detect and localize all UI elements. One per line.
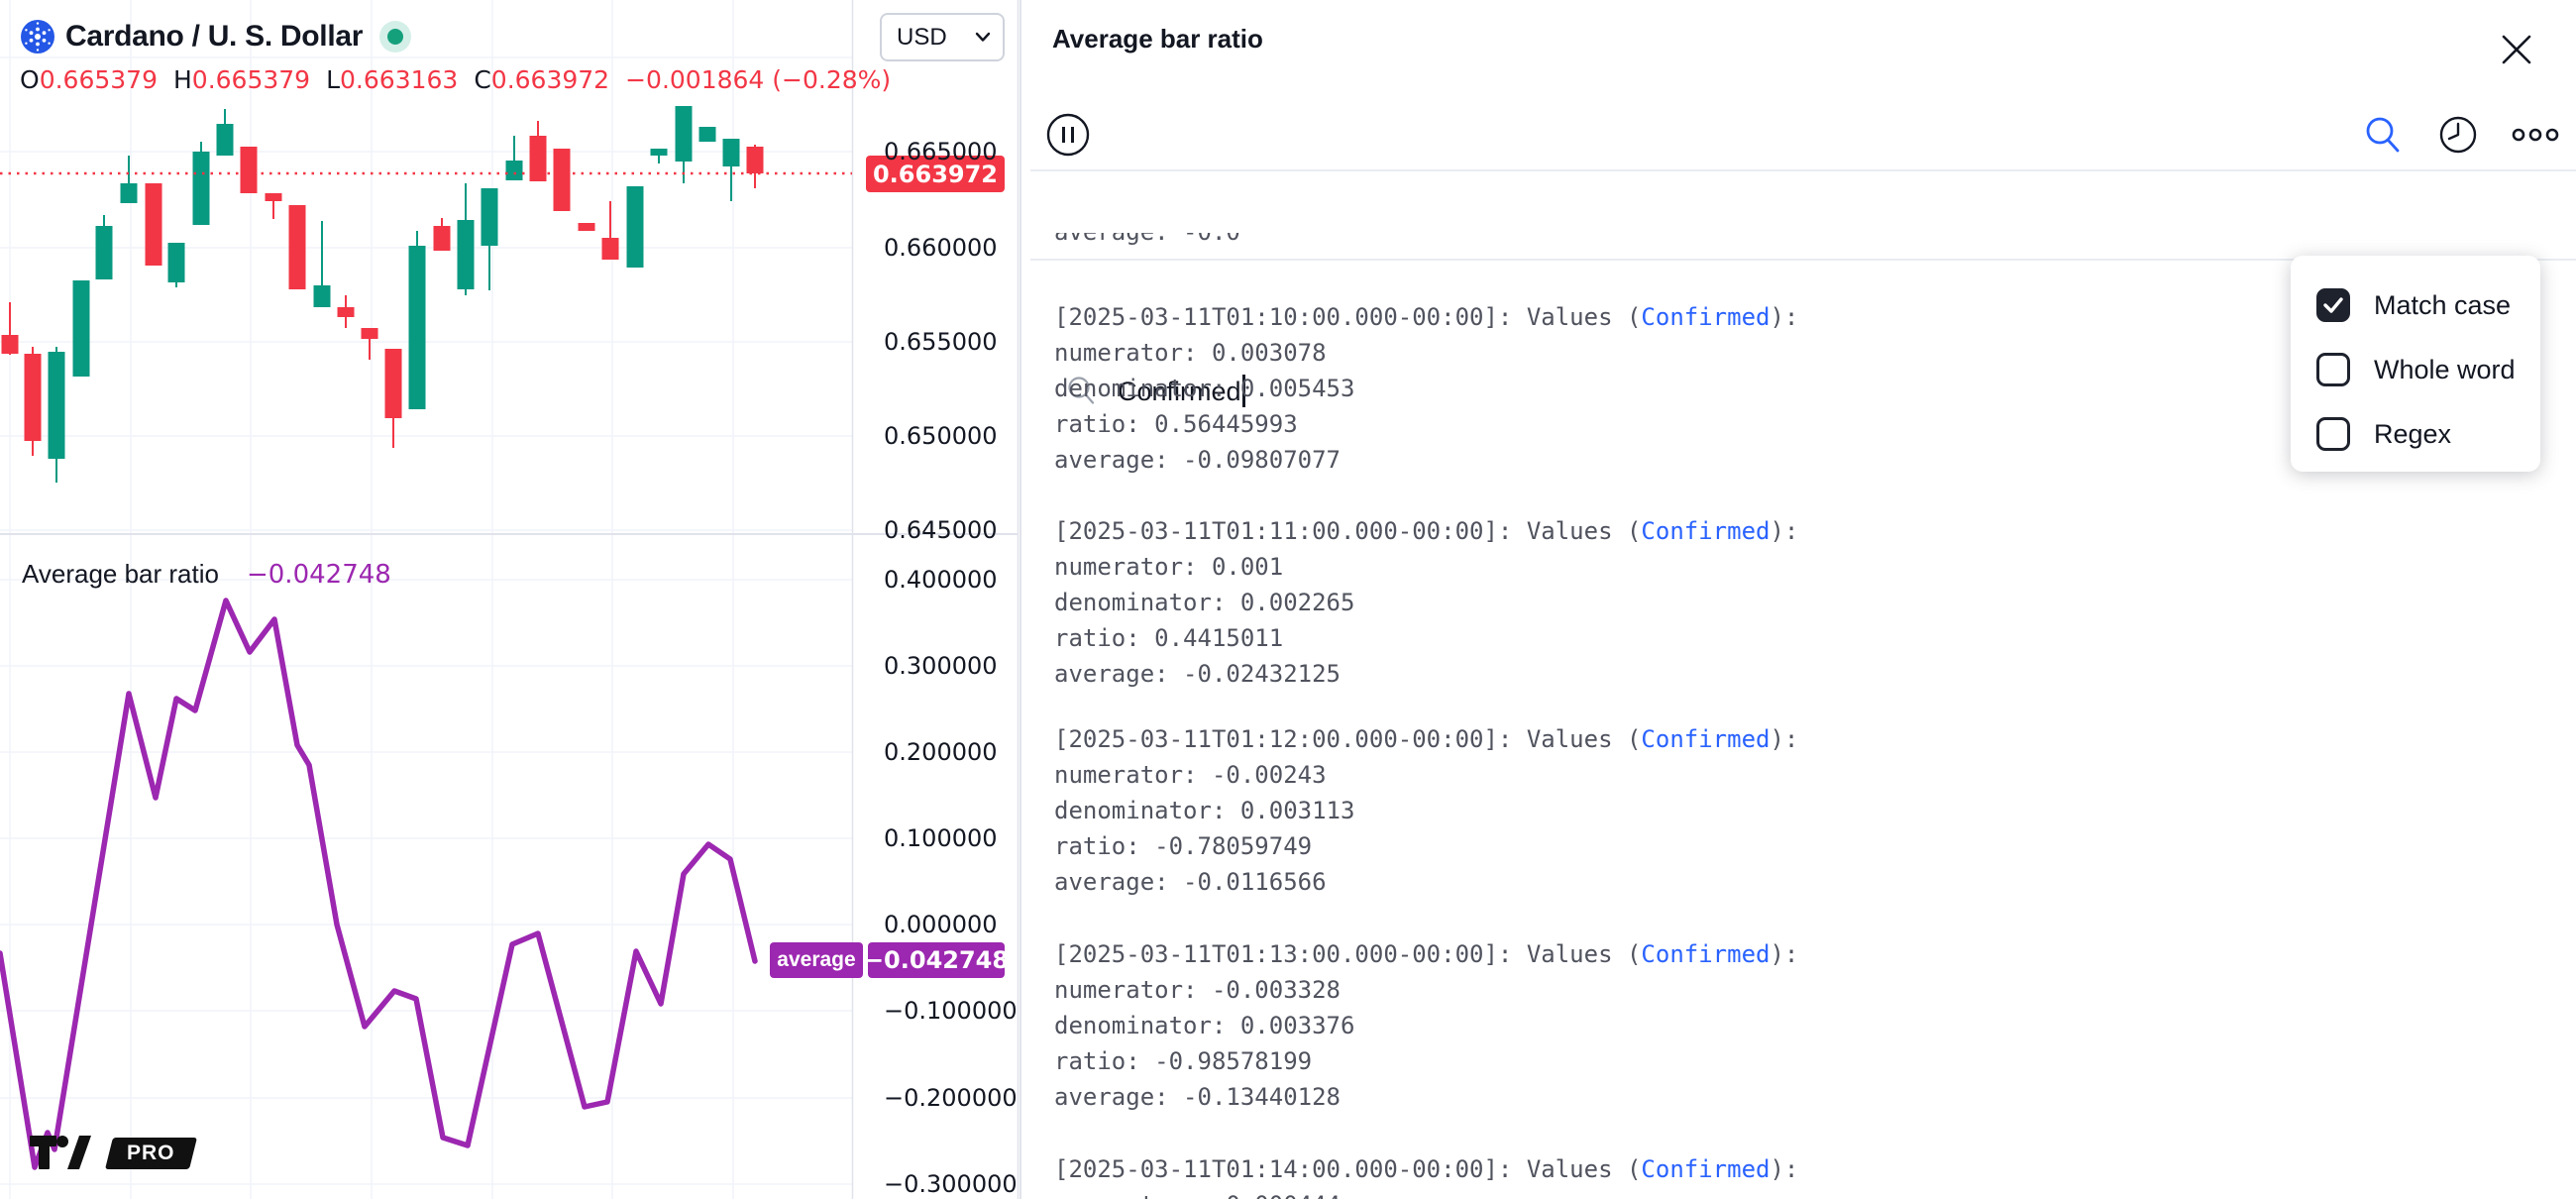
symbol-legend[interactable]: Cardano / U. S. Dollar [20,16,412,57]
axis-tick-label: −0.200000 [884,1083,1018,1113]
log-entry: [2025-03-11T01:14:00.000-00:00]: Values … [1054,1151,1798,1199]
checkbox-unchecked-icon[interactable] [2316,353,2350,386]
log-value-line: average: -0.09807077 [1054,442,1798,478]
log-entry: [2025-03-11T01:10:00.000-00:00]: Values … [1054,299,1798,478]
menu-item-label: Regex [2374,419,2451,450]
tradingview-logo-icon [30,1134,103,1173]
pine-logs-panel: Average bar ratio [1030,0,2576,1199]
menu-item-whole-word[interactable]: Whole word [2291,342,2540,397]
tradingview-pro-logo[interactable]: PRO [30,1134,193,1173]
log-entry-header: [2025-03-11T01:12:00.000-00:00]: Values … [1054,721,1798,757]
checkbox-unchecked-icon[interactable] [2316,417,2350,451]
ohlc-values: O0.665379H0.665379L0.663163C0.663972−0.0… [20,65,907,94]
high-value: 0.665379 [192,65,310,94]
log-value-line: numerator: 0.003078 [1054,335,1798,371]
log-value-line: numerator: -0.00243 [1054,757,1798,793]
symbol-title: Cardano / U. S. Dollar [65,20,363,54]
menu-item-label: Match case [2374,290,2511,321]
currency-dropdown[interactable]: USD [880,13,1005,61]
average-value-tag: −0.042748 [868,942,1005,978]
log-value-line: numerator: -0.000444 [1054,1187,1798,1199]
log-value-line: numerator: -0.003328 [1054,972,1798,1008]
axis-tick-label: 0.100000 [884,823,998,853]
axis-tick-label: 0.650000 [884,421,998,451]
low-value: 0.663163 [340,65,458,94]
chart-area: Cardano / U. S. Dollar O0.665379H0.66537… [0,0,1030,1199]
chevron-down-icon [975,32,991,43]
menu-item-match-case[interactable]: Match case [2291,277,2540,333]
log-value-line: ratio: 0.4415011 [1054,620,1798,656]
open-value: 0.665379 [40,65,158,94]
log-status-confirmed: Confirmed [1641,1155,1770,1183]
axis-tick-label: −0.100000 [884,996,1018,1026]
log-entry-header: [2025-03-11T01:10:00.000-00:00]: Values … [1054,299,1798,335]
log-entry: [2025-03-11T01:13:00.000-00:00]: Values … [1054,936,1798,1115]
checkbox-checked-icon[interactable] [2316,288,2350,322]
indicator-value: −0.042748 [247,560,391,590]
search-options-menu: Match case Whole word Regex [2291,256,2540,472]
log-value-line: ratio: -0.78059749 [1054,828,1798,864]
pro-badge: PRO [105,1138,196,1169]
log-status-confirmed: Confirmed [1641,303,1770,331]
currency-label: USD [897,24,947,52]
menu-item-regex[interactable]: Regex [2291,406,2540,462]
tradingview-window: Cardano / U. S. Dollar O0.665379H0.66537… [0,0,2576,1199]
log-entries-list: [2025-03-11T01:10:00.000-00:00]: Values … [1054,0,2540,1199]
axis-tick-label: 0.645000 [884,515,998,545]
axis-tick-label: 0.300000 [884,651,998,681]
menu-item-label: Whole word [2374,355,2516,385]
cardano-logo-icon [20,19,55,54]
indicator-name[interactable]: Average bar ratio [22,559,219,589]
axis-tick-label: 0.000000 [884,910,998,939]
log-status-confirmed: Confirmed [1641,940,1770,968]
indicator-legend[interactable]: Average bar ratio −0.042748 [22,559,391,590]
average-series-tag: average [770,942,863,978]
axis-tick-label: 0.660000 [884,233,998,263]
log-value-line: denominator: 0.002265 [1054,585,1798,620]
log-entry-header: [2025-03-11T01:14:00.000-00:00]: Values … [1054,1151,1798,1187]
log-status-confirmed: Confirmed [1641,517,1770,545]
axis-tick-label: 0.665000 [884,137,998,166]
axis-tick-label: 0.400000 [884,565,998,595]
log-value-line: average: -0.13440128 [1054,1079,1798,1115]
change-value: −0.001864 (−0.28%) [625,65,891,94]
low-label: L [326,65,340,94]
log-entry-header: [2025-03-11T01:11:00.000-00:00]: Values … [1054,513,1798,549]
log-entry: [2025-03-11T01:12:00.000-00:00]: Values … [1054,721,1798,900]
close-value: 0.663972 [491,65,609,94]
log-entry: [2025-03-11T01:11:00.000-00:00]: Values … [1054,513,1798,692]
log-value-line: numerator: 0.001 [1054,549,1798,585]
axis-tick-label: 0.200000 [884,737,998,767]
log-value-line: average: -0.02432125 [1054,656,1798,692]
log-value-line: denominator: 0.003113 [1054,793,1798,828]
log-entry-header: [2025-03-11T01:13:00.000-00:00]: Values … [1054,936,1798,972]
log-value-line: denominator: 0.003376 [1054,1008,1798,1043]
market-status-icon [378,20,412,54]
close-label: C [474,65,490,94]
log-value-line: ratio: 0.56445993 [1054,406,1798,442]
axis-tick-label: −0.300000 [884,1169,1018,1199]
panel-divider [1020,0,1021,1199]
log-status-confirmed: Confirmed [1641,725,1770,753]
axis-tick-label: 0.655000 [884,327,998,357]
log-value-line: ratio: -0.98578199 [1054,1043,1798,1079]
log-value-line: denominator: 0.005453 [1054,371,1798,406]
open-label: O [20,65,40,94]
high-label: H [173,65,192,94]
log-value-line: average: -0.0116566 [1054,864,1798,900]
